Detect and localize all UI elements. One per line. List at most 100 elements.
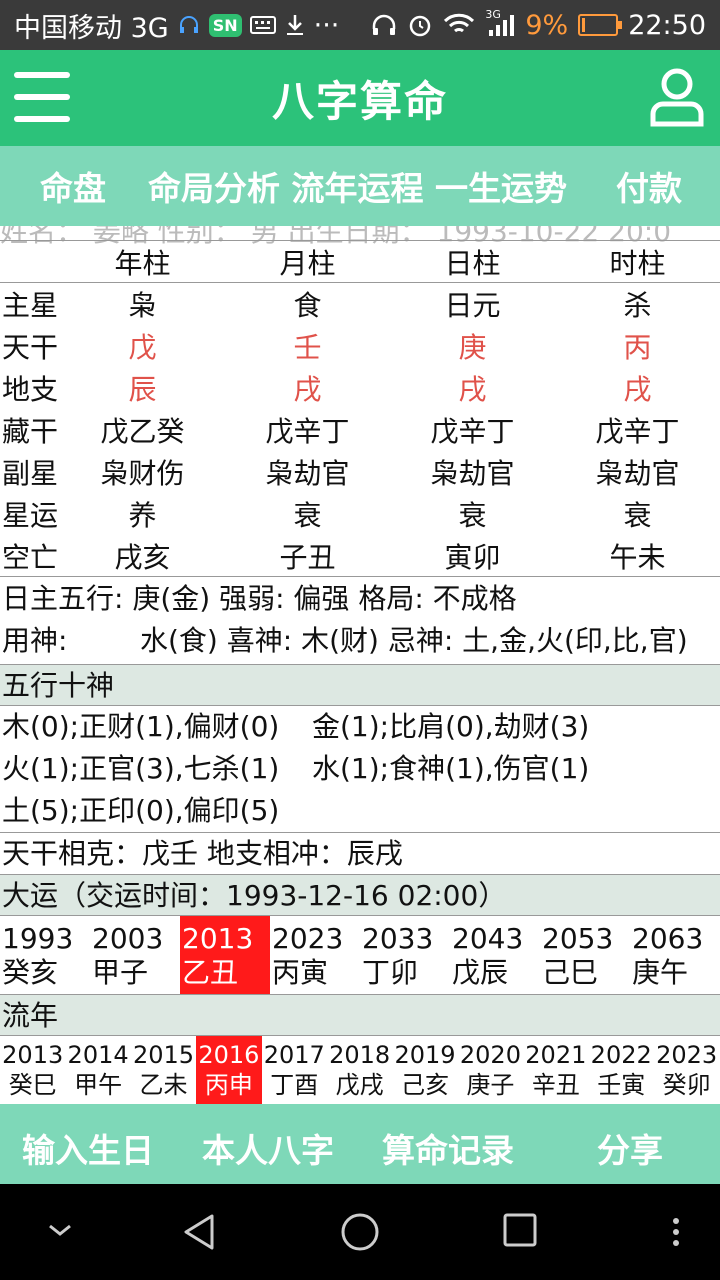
- liunian-ganzhi: 甲午: [74, 1071, 123, 1099]
- row-label: 天干: [2, 331, 59, 364]
- table-cell: 辰: [128, 373, 157, 406]
- liunian-ganzhi: 丙申: [204, 1071, 253, 1099]
- table-row: 天干 戊 壬 庚 丙: [0, 325, 720, 367]
- liunian-item[interactable]: 2021 辛丑: [523, 1036, 588, 1104]
- dayun-item[interactable]: 2063 庚午: [630, 916, 720, 994]
- tab-chart[interactable]: 命盘: [40, 162, 106, 210]
- table-row: 藏干 戊乙癸 戊辛丁 戊辛丁 戊辛丁: [0, 409, 720, 451]
- collapse-chevron-icon[interactable]: [44, 1218, 76, 1246]
- tab-payment[interactable]: 付款: [616, 162, 682, 210]
- dayun-item[interactable]: 1993 癸亥: [0, 916, 90, 994]
- yongshen-label: 用神:: [2, 624, 68, 657]
- table-row: 空亡 戌亥 子丑 寅卯 午未: [0, 535, 720, 577]
- dayun-grid: 1993 癸亥 2003 甲子 2013 乙丑 2023 丙寅 2033 丁卯 2043 戊…: [0, 916, 720, 994]
- liunian-item[interactable]: 2015 乙未: [131, 1036, 196, 1104]
- my-bazi-button[interactable]: 本人八字: [202, 1124, 334, 1172]
- liunian-ganzhi: 壬寅: [597, 1071, 646, 1099]
- liunian-year: 2019: [394, 1041, 456, 1069]
- menu-button[interactable]: [14, 72, 70, 122]
- liunian-grid: 2013 癸巳 2014 甲午 2015 乙未 2016 丙申 2017 丁酉 2018 戊…: [0, 1036, 720, 1104]
- liunian-ganzhi: 乙未: [139, 1071, 188, 1099]
- dayun-item[interactable]: 2023 丙寅: [270, 916, 360, 994]
- dayun-item[interactable]: 2003 甲子: [90, 916, 180, 994]
- header-month: 月柱: [279, 246, 336, 280]
- dayun-ganzhi: 乙丑: [182, 956, 239, 989]
- table-row: 主星 枭 食 日元 杀: [0, 283, 720, 325]
- records-button[interactable]: 算命记录: [382, 1124, 514, 1172]
- table-cell: 戌: [623, 373, 652, 406]
- liunian-item[interactable]: 2017 丁酉: [262, 1036, 327, 1104]
- wuxing-cell: 土(5);正印(0),偏印(5): [2, 794, 280, 827]
- dayun-section: 大运（交运时间：1993-12-16 02:00） 1993 癸亥 2003 甲子 …: [0, 874, 720, 994]
- liunian-ganzhi: 戊戌: [335, 1071, 384, 1099]
- input-birthday-button[interactable]: 输入生日: [22, 1124, 154, 1172]
- table-cell: 食: [293, 289, 322, 322]
- liunian-ganzhi: 癸巳: [8, 1071, 57, 1099]
- liunian-section: 流年 2013 癸巳 2014 甲午 2015 乙未 2016 丙申 2017 丁酉 20…: [0, 994, 720, 1104]
- liunian-ganzhi: 癸卯: [662, 1071, 711, 1099]
- liunian-item-selected[interactable]: 2016 丙申: [196, 1036, 262, 1104]
- table-cell: 枭: [128, 289, 157, 322]
- dayun-item-selected[interactable]: 2013 乙丑: [180, 916, 270, 994]
- liunian-year: 2022: [590, 1041, 652, 1069]
- content-area[interactable]: 姓名： 姜略 性别： 男 出生日期： 1993-10-22 20:0 年柱 月柱…: [0, 226, 720, 1106]
- liunian-item[interactable]: 2022 壬寅: [589, 1036, 654, 1104]
- table-row: 地支 辰 戌 戌 戌: [0, 367, 720, 409]
- liunian-item[interactable]: 2014 甲午: [65, 1036, 130, 1104]
- menu-icon-line: [14, 72, 70, 78]
- wuxing-cell: 木(0);正财(1),偏财(0): [2, 710, 280, 743]
- battery-percent: 9%: [525, 9, 569, 41]
- user-icon[interactable]: [648, 66, 706, 128]
- summary-line-1: 日主五行: 庚(金) 强弱: 偏强 格局: 不成格: [2, 582, 517, 615]
- wuxing-row: 木(0);正财(1),偏财(0) 金(1);比肩(0),劫财(3): [0, 706, 720, 748]
- download-icon: [284, 13, 306, 37]
- table-cell: 枭劫官: [265, 457, 350, 490]
- liunian-item[interactable]: 2019 己亥: [392, 1036, 457, 1104]
- liunian-year: 2017: [263, 1041, 325, 1069]
- row-label: 主星: [2, 289, 59, 322]
- row-label: 藏干: [2, 415, 59, 448]
- tab-analysis-group[interactable]: 命局分析 流年运程 一生运势: [148, 162, 567, 210]
- header-hour: 时柱: [609, 246, 666, 280]
- liunian-item[interactable]: 2018 戊戌: [327, 1036, 392, 1104]
- header-year: 年柱: [114, 246, 171, 280]
- table-cell: 戊辛丁: [595, 415, 680, 448]
- wuxing-section: 五行十神 木(0);正财(1),偏财(0) 金(1);比肩(0),劫财(3) 火…: [0, 664, 720, 832]
- table-row: 星运 养 衰 衰 衰: [0, 493, 720, 535]
- table-cell: 戌亥: [114, 540, 171, 574]
- dayun-year: 2003: [92, 922, 164, 955]
- wuxing-cell: 火(1);正官(3),七杀(1): [2, 752, 280, 785]
- bottom-bar: 输入生日 本人八字 算命记录 分享: [0, 1104, 720, 1184]
- table-cell: 戊: [128, 331, 157, 364]
- liunian-ganzhi: 己亥: [401, 1071, 450, 1099]
- overflow-menu-icon[interactable]: [670, 1216, 682, 1252]
- liunian-ganzhi: 辛丑: [531, 1071, 580, 1099]
- liunian-year: 2016: [198, 1041, 260, 1069]
- liunian-year: 2014: [67, 1041, 129, 1069]
- home-icon[interactable]: [340, 1212, 380, 1256]
- clock: 22:50: [628, 9, 706, 41]
- liunian-item[interactable]: 2023 癸卯: [654, 1036, 719, 1104]
- alarm-icon: [407, 12, 433, 38]
- carrier-label: 中国移动 3G: [14, 12, 169, 44]
- liunian-item[interactable]: 2020 庚子: [458, 1036, 523, 1104]
- sn-badge: SN: [208, 13, 242, 37]
- headphones-icon: [371, 13, 397, 37]
- table-cell: 衰: [458, 499, 487, 532]
- dayun-header: 大运（交运时间：1993-12-16 02:00）: [0, 874, 720, 916]
- share-button[interactable]: 分享: [597, 1124, 663, 1172]
- table-cell: 戊辛丁: [430, 415, 515, 448]
- table-cell: 衰: [623, 499, 652, 532]
- liunian-year: 2013: [2, 1041, 64, 1069]
- menu-icon-line: [14, 116, 70, 122]
- dayun-item[interactable]: 2043 戊辰: [450, 916, 540, 994]
- dayun-item[interactable]: 2053 己巳: [540, 916, 630, 994]
- liunian-year: 2021: [525, 1041, 587, 1069]
- liunian-item[interactable]: 2013 癸巳: [0, 1036, 65, 1104]
- back-icon[interactable]: [180, 1212, 220, 1256]
- dayun-item[interactable]: 2033 丁卯: [360, 916, 450, 994]
- dayun-ganzhi: 己巳: [542, 956, 599, 989]
- dayun-ganzhi: 戊辰: [452, 956, 509, 989]
- liunian-year: 2023: [656, 1041, 718, 1069]
- recents-icon[interactable]: [502, 1212, 538, 1252]
